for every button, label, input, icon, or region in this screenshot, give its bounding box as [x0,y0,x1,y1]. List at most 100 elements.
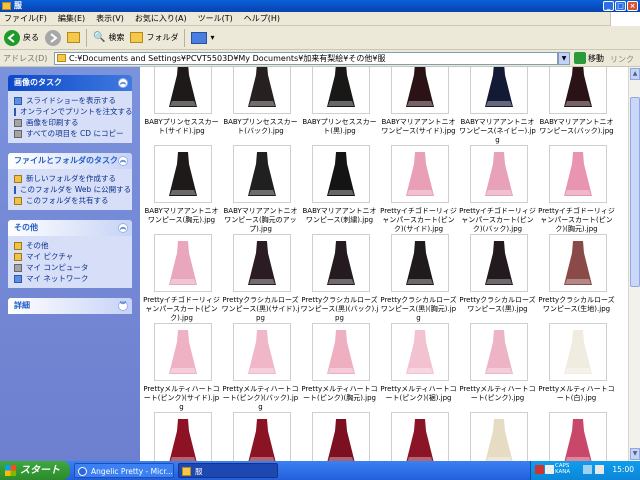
file-item[interactable]: BABYプリンセススカート(バック).jpg [221,67,300,145]
file-thumbnail[interactable] [312,67,370,114]
file-item[interactable]: Prettyロマンティックミニ袖 [300,412,379,461]
file-thumbnail[interactable] [233,323,291,381]
other-places-header[interactable]: その他 ︽ [8,220,132,236]
file-thumbnail[interactable] [154,234,212,292]
task-order-prints[interactable]: オンラインでプリントを注文する [14,106,132,117]
file-thumbnail[interactable] [391,67,449,114]
file-thumbnail[interactable] [312,323,370,381]
scroll-down-button[interactable]: ▼ [630,448,640,460]
menu-favorites[interactable]: お気に入り(A) [135,13,187,24]
close-button[interactable]: × [627,1,638,11]
menu-file[interactable]: ファイル(F) [4,13,47,24]
picture-tasks-header[interactable]: 画像のタスク ︽ [8,75,132,91]
file-item[interactable]: Prettyイチゴドーリィジャンパースカート(ピンク)(バック).jpg [458,145,537,234]
menu-edit[interactable]: 編集(E) [58,13,85,24]
tray-app-icon[interactable] [535,465,544,474]
file-item[interactable]: Prettyロマンティックミニ袖 [379,412,458,461]
address-input[interactable]: C:¥Documents and Settings¥PCVT5503D¥My D… [54,52,558,65]
task-copy-cd[interactable]: すべての項目を CD にコピー [14,128,126,139]
file-thumbnail[interactable] [391,145,449,203]
links-label[interactable]: リンク [610,54,634,65]
file-item[interactable]: BABYマリアアントニオワンピース(胸元).jpg [142,145,221,234]
taskbar-item-browser[interactable]: Angelic Pretty - Micr... [74,463,174,478]
forward-button[interactable] [45,29,61,46]
file-tasks-header[interactable]: ファイルとフォルダのタスク ︽ [8,153,132,169]
file-thumbnail[interactable] [233,412,291,461]
file-thumbnail[interactable] [470,67,528,114]
go-button[interactable]: 移動 [574,52,604,64]
file-thumbnail[interactable] [549,323,607,381]
file-item[interactable]: Prettyメルティハートコート(ピンク)(胸元).jpg [300,323,379,412]
file-item[interactable]: BABYマリアアントニオワンピース(ネイビー).jpg [458,67,537,145]
file-item[interactable]: Prettyメルティハートコート(ピンク)(裾).jpg [379,323,458,412]
file-item[interactable]: Pretty木玉ユール天ジャン [537,412,616,461]
details-header[interactable]: 詳細 ︾ [8,298,132,314]
file-thumbnail[interactable] [391,323,449,381]
file-thumbnail[interactable] [391,234,449,292]
file-thumbnail[interactable] [549,412,607,461]
file-item[interactable]: BABYマリアアントニオワンピース(バック).jpg [537,67,616,145]
place-other[interactable]: その他 [14,240,126,251]
start-button[interactable]: スタート [0,461,70,480]
scroll-up-button[interactable]: ▲ [630,68,640,80]
minimize-button[interactable]: _ [603,1,614,11]
file-thumbnail[interactable] [154,323,212,381]
views-button[interactable]: ▾ [191,31,214,44]
menu-help[interactable]: ヘルプ(H) [244,13,280,24]
address-dropdown-button[interactable]: ▼ [558,52,570,65]
menu-tools[interactable]: ツール(T) [198,13,233,24]
search-button[interactable]: 🔍 検索 [93,32,124,43]
task-slideshow[interactable]: スライドショーを表示する [14,95,126,106]
task-print[interactable]: 画像を印刷する [14,117,126,128]
file-item[interactable]: BABYマリアアントニオワンピース(胸元のアップ).jpg [221,145,300,234]
file-item[interactable]: Prettyメルティハートコート(白).jpg [537,323,616,412]
file-item[interactable]: Prettyイチゴドーリィジャンパースカート(ピンク).jpg [142,234,221,323]
up-button[interactable] [67,32,80,43]
place-my-pictures[interactable]: マイ ピクチャ [14,251,126,262]
collapse-icon[interactable]: ︽ [118,78,128,88]
taskbar-item-folder[interactable]: 服 [178,463,278,478]
file-thumbnail[interactable] [470,323,528,381]
file-thumbnail[interactable] [233,67,291,114]
file-thumbnail[interactable] [154,412,212,461]
file-item[interactable]: Prettyクラシカルローズワンピース(黒)(胸元).jpg [379,234,458,323]
file-thumbnail[interactable] [470,145,528,203]
maximize-button[interactable]: □ [615,1,626,11]
file-thumbnail[interactable] [549,234,607,292]
folders-button[interactable]: フォルダ [130,32,178,43]
file-item[interactable]: Prettyロマンティックミニ袖 [221,412,300,461]
file-thumbnail[interactable] [549,67,607,114]
file-thumbnail[interactable] [233,145,291,203]
file-item[interactable]: Prettyイチゴドーリィジャンパースカート(ピンク)(胸元).jpg [537,145,616,234]
file-item[interactable]: Prettyメルティハートコート(ピンク).jpg [458,323,537,412]
file-item[interactable]: Prettyクラシカルローズワンピース(黒)(サイド).jpg [221,234,300,323]
tray-volume-icon[interactable] [595,465,604,474]
tray-ime-icon[interactable] [545,465,554,474]
collapse-icon[interactable]: ︽ [118,223,128,233]
file-item[interactable]: Prettyイチゴドーリィジャンパースカート(ピンク)(サイド).jpg [379,145,458,234]
back-button[interactable]: 戻る [4,29,39,46]
file-thumbnail[interactable] [233,234,291,292]
file-item[interactable]: Prettyロマンティックミニ袖 [458,412,537,461]
file-item[interactable]: BABYプリンセススカート(サイド).jpg [142,67,221,145]
task-publish-web[interactable]: このフォルダを Web に公開する [14,184,131,195]
expand-icon[interactable]: ︾ [118,301,128,311]
file-item[interactable]: Prettyメルティハートコート(ピンク)(サイド).jpg [142,323,221,412]
file-item[interactable]: BABYマリアアントニオワンピース(刺繍).jpg [300,145,379,234]
file-item[interactable]: Prettyメルティハートコート(ピンク)(バック).jpg [221,323,300,412]
tray-network-icon[interactable] [583,465,592,474]
file-thumbnail[interactable] [391,412,449,461]
collapse-icon[interactable]: ︽ [118,156,128,166]
file-thumbnail[interactable] [312,145,370,203]
file-thumbnail[interactable] [470,412,528,461]
place-my-network[interactable]: マイ ネットワーク [14,273,126,284]
file-thumbnail[interactable] [154,145,212,203]
file-item[interactable]: Prettyクラシカルローズワンピース(黒).jpg [458,234,537,323]
file-item[interactable]: BABYマリアアントニオワンピース(サイド).jpg [379,67,458,145]
file-item[interactable]: Prettyロマンティックミニ袖 [142,412,221,461]
file-thumbnail[interactable] [312,412,370,461]
file-item[interactable]: BABYプリンセススカート(黒).jpg [300,67,379,145]
file-thumbnail[interactable] [312,234,370,292]
file-item[interactable]: Prettyクラシカルローズワンピース(黒)(バック).jpg [300,234,379,323]
file-thumbnail[interactable] [470,234,528,292]
